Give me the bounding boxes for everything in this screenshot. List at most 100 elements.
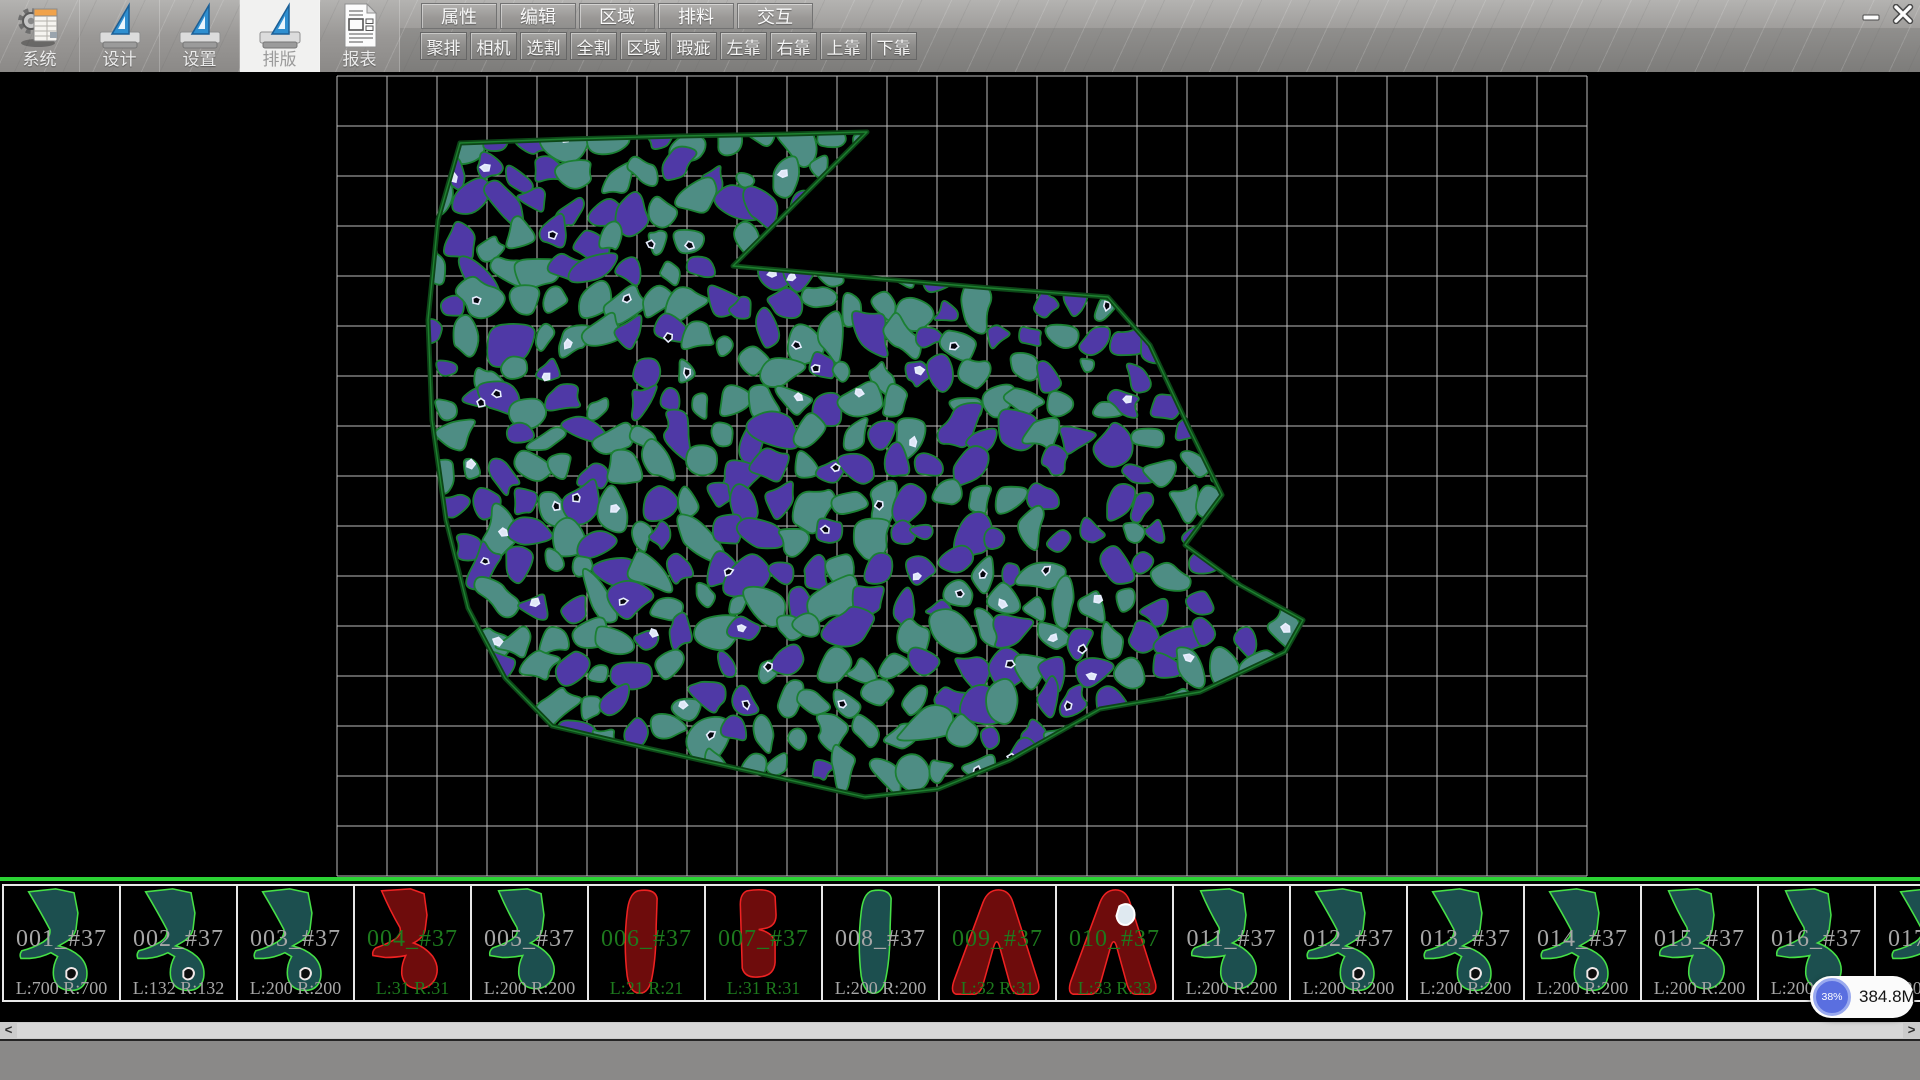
piece-lr-count-label: L:132 R:132 — [121, 978, 236, 999]
piece-thumbnail[interactable]: 010_#37 L:33 R:33 — [1055, 884, 1174, 1002]
piece-thumbnail[interactable]: 002_#37 L:132 R:132 — [119, 884, 238, 1002]
piece-id-label: 003_#37 — [238, 926, 353, 953]
piece-id-label: 011_#37 — [1174, 926, 1289, 953]
piece-thumbnail[interactable]: 001_#37 L:700 R:700 — [2, 884, 121, 1002]
piece-thumbnail[interactable]: 009_#37 L:32 R:31 — [938, 884, 1057, 1002]
piece-lr-count-label: L:200 R:200 — [238, 978, 353, 999]
piece-id-label: 005_#37 — [472, 926, 587, 953]
piece-lr-count-label: L:200 R:200 — [472, 978, 587, 999]
set-square-icon — [256, 2, 304, 50]
launcher-item-label: 报表 — [343, 50, 377, 70]
launcher-item-label: 排版 — [263, 50, 297, 70]
piece-id-label: 008_#37 — [823, 926, 938, 953]
window-controls — [1859, 4, 1915, 24]
scroll-left-arrow-icon[interactable]: < — [0, 1022, 17, 1039]
system-gear-wrap — [16, 0, 64, 50]
piece-id-label: 009_#37 — [940, 926, 1055, 953]
piece-thumbnail[interactable]: 003_#37 L:200 R:200 — [236, 884, 355, 1002]
piece-lr-count-label: L:31 R:31 — [706, 978, 821, 999]
menu-tab-3[interactable]: 排料 — [658, 3, 734, 29]
menu-tab-4[interactable]: 交互 — [737, 3, 813, 29]
tool-button-5[interactable]: 瑕疵 — [670, 32, 717, 60]
progress-indicator: 38% 384.8M — [1810, 976, 1914, 1018]
piece-lr-count-label: L:21 R:21 — [589, 978, 704, 999]
piece-id-label: 017_#37 — [1876, 926, 1920, 953]
piece-thumbnail[interactable]: 014_#37 L:200 R:200 — [1523, 884, 1642, 1002]
piece-thumbnail[interactable]: 008_#37 L:200 R:200 — [821, 884, 940, 1002]
piece-id-label: 010_#37 — [1057, 926, 1172, 953]
launcher-item-design-ruler[interactable]: 设计 — [80, 0, 160, 72]
piece-id-label: 015_#37 — [1642, 926, 1757, 953]
piece-id-label: 016_#37 — [1759, 926, 1874, 953]
piece-thumbnail[interactable]: 007_#37L:31 R:31 — [704, 884, 823, 1002]
tool-button-6[interactable]: 左靠 — [720, 32, 767, 60]
piece-id-label: 001_#37 — [4, 926, 119, 953]
tool-button-3[interactable]: 全割 — [570, 32, 617, 60]
piece-thumbnail[interactable]: 012_#37 L:200 R:200 — [1289, 884, 1408, 1002]
tool-button-2[interactable]: 选割 — [520, 32, 567, 60]
scrollbar-thumb[interactable] — [17, 1023, 1903, 1038]
nesting-canvas[interactable] — [0, 72, 1920, 878]
piece-thumbnail-list: 001_#37L:700 R:700002_#37L:132 R:132003_… — [2, 884, 1920, 1002]
tool-button-7[interactable]: 右靠 — [770, 32, 817, 60]
piece-thumbnail[interactable]: 004_#37 L:31 R:31 — [353, 884, 472, 1002]
set-square-icon — [96, 2, 144, 50]
minimize-icon — [1861, 5, 1883, 23]
memory-usage-label: 384.8M — [1859, 987, 1916, 1007]
piece-thumbnail[interactable]: 015_#37 L:200 R:200 — [1640, 884, 1759, 1002]
top-bar: 系统设计设置排版报表 属性编辑区域排料交互 聚排相机选割全割区域瑕疵左靠右靠上靠… — [0, 0, 1920, 72]
piece-lr-count-label: L:700 R:700 — [4, 978, 119, 999]
close-button[interactable] — [1890, 4, 1915, 24]
launcher-item-label: 设置 — [183, 50, 217, 70]
layout-ruler-wrap — [256, 0, 304, 50]
nested-pieces-layer — [416, 116, 1302, 795]
menu-tab-bar: 属性编辑区域排料交互 — [421, 3, 813, 29]
progress-percent-badge: 38% — [1813, 978, 1851, 1016]
minimize-button[interactable] — [1859, 4, 1884, 24]
piece-lr-count-label: L:31 R:31 — [355, 978, 470, 999]
piece-thumbnail[interactable]: 006_#37 L:21 R:21 — [587, 884, 706, 1002]
settings-ruler-wrap — [176, 0, 224, 50]
piece-lr-count-label: L:32 R:31 — [940, 978, 1055, 999]
tool-button-4[interactable]: 区域 — [620, 32, 667, 60]
tool-button-8[interactable]: 上靠 — [820, 32, 867, 60]
piece-id-label: 006_#37 — [589, 926, 704, 953]
app-window: 系统设计设置排版报表 属性编辑区域排料交互 聚排相机选割全割区域瑕疵左靠右靠上靠… — [0, 0, 1920, 1080]
piece-id-label: 013_#37 — [1408, 926, 1523, 953]
piece-id-label: 014_#37 — [1525, 926, 1640, 953]
menu-tab-1[interactable]: 编辑 — [500, 3, 576, 29]
tool-button-0[interactable]: 聚排 — [420, 32, 467, 60]
menu-tab-0[interactable]: 属性 — [421, 3, 497, 29]
piece-lr-count-label: L:200 R:200 — [1408, 978, 1523, 999]
system-gear-icon — [16, 2, 64, 50]
piece-thumbnail[interactable]: 013_#37 L:200 R:200 — [1406, 884, 1525, 1002]
piece-lr-count-label: L:200 R:200 — [823, 978, 938, 999]
menu-tab-2[interactable]: 区域 — [579, 3, 655, 29]
launcher-item-label: 系统 — [23, 50, 57, 70]
design-ruler-wrap — [96, 0, 144, 50]
piece-id-label: 002_#37 — [121, 926, 236, 953]
piece-lr-count-label: L:200 R:200 — [1525, 978, 1640, 999]
piece-lr-count-label: L:200 R:200 — [1291, 978, 1406, 999]
launcher-item-settings-ruler[interactable]: 设置 — [160, 0, 240, 72]
piece-lr-count-label: L:200 R:200 — [1642, 978, 1757, 999]
piece-id-label: 004_#37 — [355, 926, 470, 953]
piece-lr-count-label: L:33 R:33 — [1057, 978, 1172, 999]
launcher-item-report-document[interactable]: 报表 — [320, 0, 400, 72]
launcher-item-label: 设计 — [103, 50, 137, 70]
launcher-item-layout-ruler[interactable]: 排版 — [240, 0, 320, 72]
nesting-canvas-area[interactable] — [0, 72, 1920, 878]
close-icon — [1891, 4, 1915, 24]
module-launcher: 系统 设计 设置 排版 报表 — [0, 0, 400, 72]
piece-id-label: 012_#37 — [1291, 926, 1406, 953]
piece-thumbnail[interactable]: 005_#37 L:200 R:200 — [470, 884, 589, 1002]
tool-button-bar: 聚排相机选割全割区域瑕疵左靠右靠上靠下靠 — [420, 32, 917, 60]
report-document-icon — [336, 2, 384, 50]
scroll-right-arrow-icon[interactable]: > — [1903, 1022, 1920, 1039]
launcher-item-system-gear[interactable]: 系统 — [0, 0, 80, 72]
strip-scrollbar[interactable]: < > — [0, 1022, 1920, 1039]
piece-thumbnail[interactable]: 011_#37L:200 R:200 — [1172, 884, 1291, 1002]
status-bar — [0, 1039, 1920, 1080]
tool-button-9[interactable]: 下靠 — [870, 32, 917, 60]
tool-button-1[interactable]: 相机 — [470, 32, 517, 60]
